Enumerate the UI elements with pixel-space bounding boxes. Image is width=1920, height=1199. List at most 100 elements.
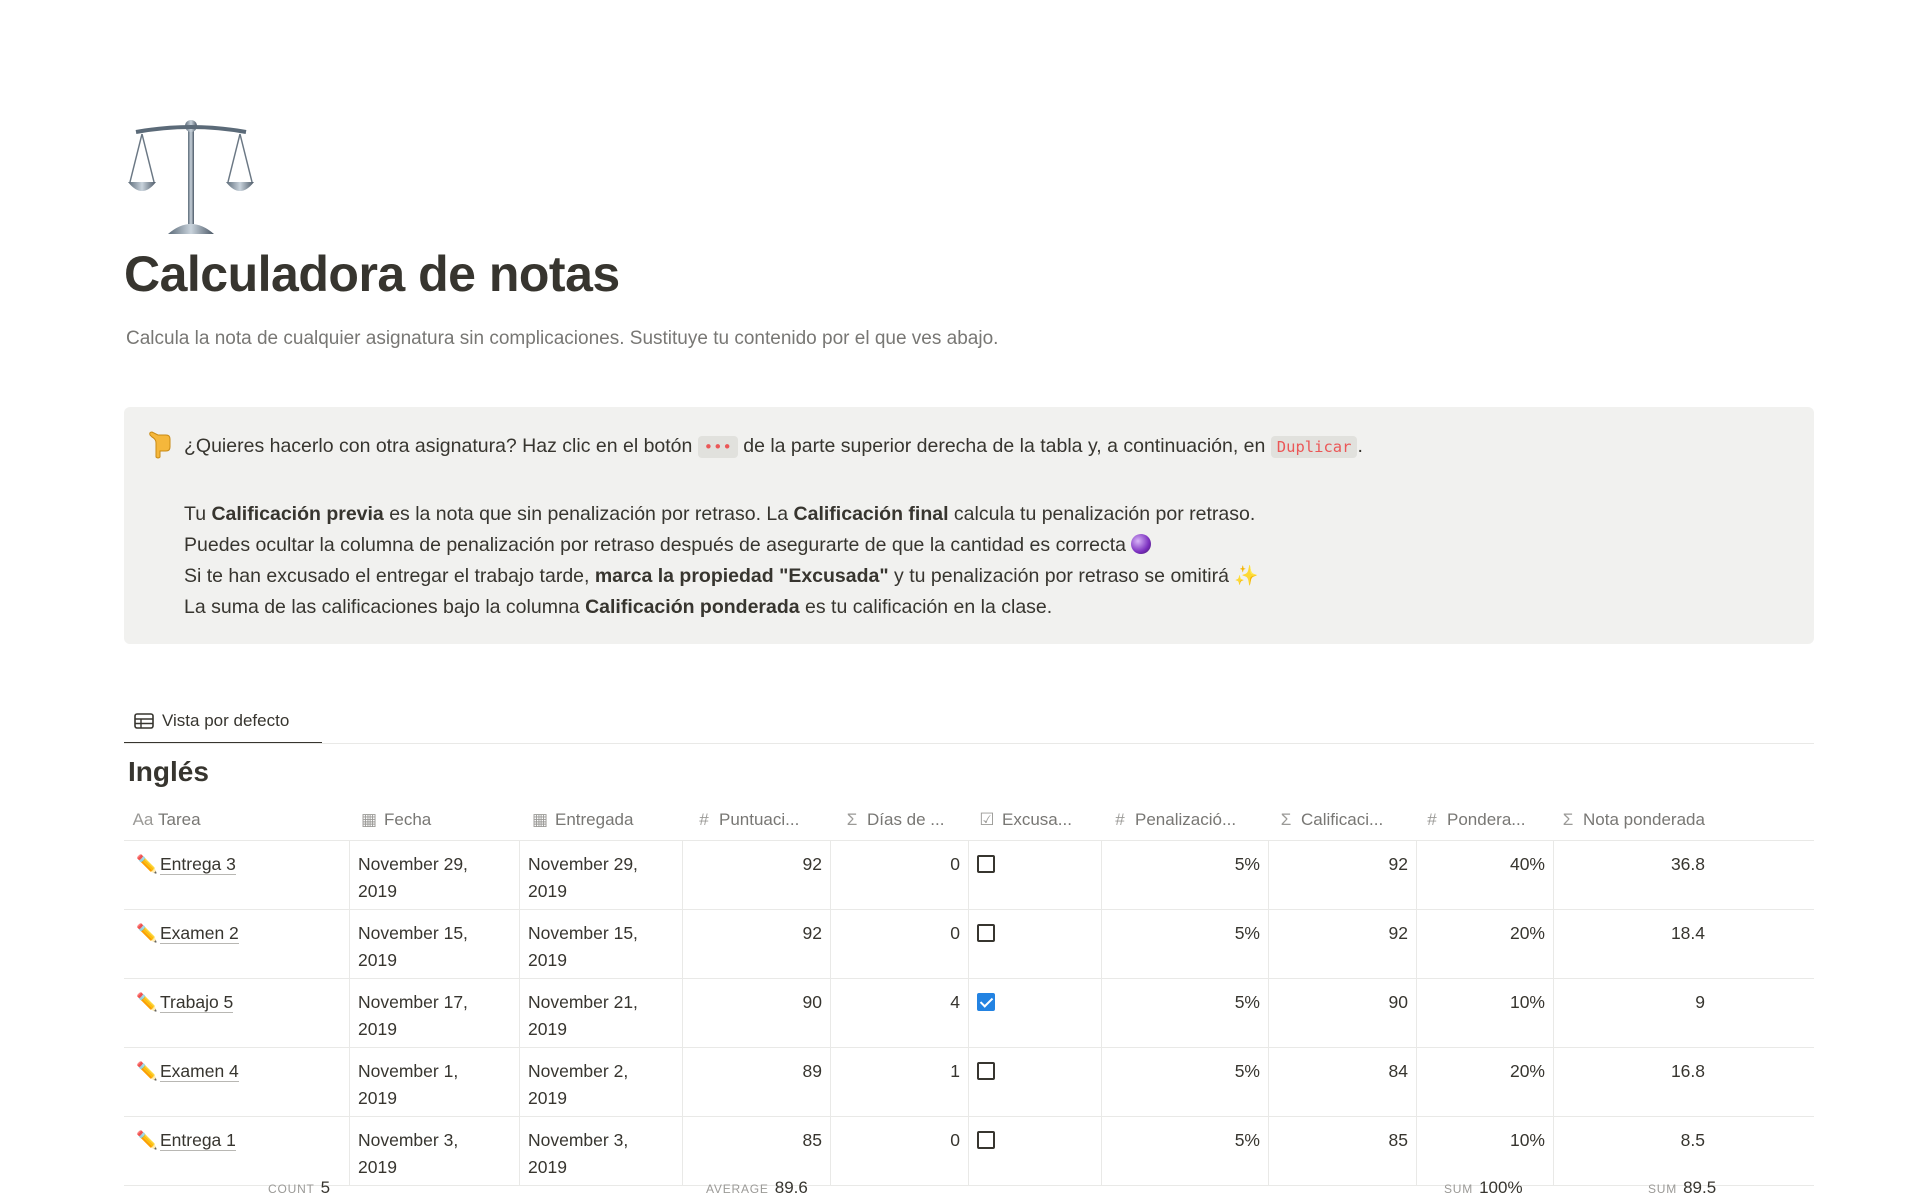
- callout-text: ¿Quieres hacerlo con otra asignatura? Ha…: [184, 431, 1363, 623]
- cell-nota-ponderada: 18.4: [1553, 910, 1713, 978]
- table-footer: COUNT 5 AVERAGE 89.6 SUM 100% SUM 89.5: [124, 1172, 1814, 1199]
- number-property-icon: #: [1115, 810, 1125, 829]
- table-row[interactable]: ✏️ Examen 4 November 1, 2019 November 2, 20…: [124, 1048, 1814, 1117]
- cell-fecha[interactable]: November 15, 2019: [349, 910, 519, 978]
- excusada-checkbox[interactable]: [977, 993, 995, 1011]
- cell-nota-ponderada: 16.8: [1553, 1048, 1713, 1116]
- callout-line-3: Puedes ocultar la columna de penalizació…: [184, 530, 1363, 561]
- cell-dias: 4: [830, 979, 968, 1047]
- callout-line-4: Si te han excusado el entregar el trabaj…: [184, 565, 1259, 587]
- callout: ¿Quieres hacerlo con otra asignatura? Ha…: [124, 407, 1814, 644]
- cell-entregada[interactable]: November 29, 2019: [519, 841, 682, 909]
- page-title: Calculadora de notas: [124, 246, 620, 302]
- tab-default-view[interactable]: Vista por defecto: [124, 700, 322, 744]
- cell-entregada[interactable]: November 15, 2019: [519, 910, 682, 978]
- pencil-icon: ✏️: [136, 854, 158, 874]
- excusada-checkbox[interactable]: [977, 924, 995, 942]
- cell-puntuacion[interactable]: 90: [682, 979, 830, 1047]
- cell-ponderacion[interactable]: 10%: [1416, 979, 1553, 1047]
- table-icon: [134, 713, 154, 729]
- callout-line-1: ¿Quieres hacerlo con otra asignatura? Ha…: [184, 435, 1363, 458]
- formula-icon: Σ: [1280, 810, 1292, 829]
- excusada-checkbox[interactable]: [977, 1062, 995, 1080]
- cell-calificacion: 92: [1268, 841, 1416, 909]
- grades-table: Aa Tarea ▦ Fecha ▦ Entregada # Puntuaci.…: [124, 800, 1814, 1186]
- excusada-checkbox[interactable]: [977, 1131, 995, 1149]
- calc-sum-ponderacion[interactable]: SUM 100%: [1444, 1178, 1523, 1198]
- column-header-calificacion[interactable]: Σ Calificaci...: [1275, 800, 1415, 840]
- column-header-fecha[interactable]: ▦ Fecha: [358, 800, 524, 840]
- callout-line-5: La suma de las calificaciones bajo la co…: [184, 596, 1053, 618]
- calc-count[interactable]: COUNT 5: [268, 1178, 330, 1198]
- cell-tarea[interactable]: ✏️ Examen 2: [124, 910, 349, 978]
- column-header-excusada[interactable]: ☑ Excusa...: [976, 800, 1104, 840]
- calc-sum-nota[interactable]: SUM 89.5: [1648, 1178, 1716, 1198]
- cell-entregada[interactable]: November 2, 2019: [519, 1048, 682, 1116]
- group-title: Inglés: [128, 756, 209, 787]
- cell-dias: 0: [830, 910, 968, 978]
- task-name[interactable]: Entrega 3: [160, 854, 236, 875]
- task-name[interactable]: Entrega 1: [160, 1130, 236, 1151]
- column-header-dias[interactable]: Σ Días de ...: [841, 800, 971, 840]
- number-property-icon: #: [1427, 810, 1437, 829]
- cell-dias: 1: [830, 1048, 968, 1116]
- calc-average[interactable]: AVERAGE 89.6: [706, 1178, 808, 1198]
- column-header-nota-ponderada[interactable]: Σ Nota ponderada: [1557, 800, 1757, 840]
- pencil-icon: ✏️: [136, 1130, 158, 1150]
- cell-penalizacion[interactable]: 5%: [1101, 841, 1268, 909]
- column-header-tarea[interactable]: Aa Tarea: [132, 800, 346, 840]
- cell-entregada[interactable]: November 21, 2019: [519, 979, 682, 1047]
- callout-line-2: Tu Calificación previa es la nota que si…: [184, 503, 1256, 525]
- table-row[interactable]: ✏️ Entrega 3 November 29, 2019 November 29…: [124, 841, 1814, 910]
- cell-calificacion: 90: [1268, 979, 1416, 1047]
- pointing-down-hand-icon: [149, 431, 171, 459]
- task-name[interactable]: Examen 4: [160, 1061, 239, 1082]
- page-description: Calcula la nota de cualquier asignatura …: [126, 328, 999, 349]
- cell-puntuacion[interactable]: 92: [682, 910, 830, 978]
- tab-label: Vista por defecto: [162, 711, 290, 730]
- duplicate-code: Duplicar: [1270, 436, 1358, 458]
- cell-tarea[interactable]: ✏️ Trabajo 5: [124, 979, 349, 1047]
- balance-scale-icon[interactable]: [128, 118, 254, 238]
- cell-fecha[interactable]: November 1, 2019: [349, 1048, 519, 1116]
- text-property-icon: Aa: [132, 810, 154, 829]
- cell-fecha[interactable]: November 29, 2019: [349, 841, 519, 909]
- task-name[interactable]: Examen 2: [160, 923, 239, 944]
- cell-excusada: [968, 910, 1101, 978]
- cell-excusada: [968, 841, 1101, 909]
- cell-ponderacion[interactable]: 40%: [1416, 841, 1553, 909]
- excusada-checkbox[interactable]: [977, 855, 995, 873]
- cell-ponderacion[interactable]: 20%: [1416, 1048, 1553, 1116]
- table-row[interactable]: ✏️ Trabajo 5 November 17, 2019 November 21…: [124, 979, 1814, 1048]
- table-row[interactable]: ✏️ Examen 2 November 15, 2019 November 15,…: [124, 910, 1814, 979]
- table-body: ✏️ Entrega 3 November 29, 2019 November 29…: [124, 841, 1814, 1186]
- more-options-code: •••: [697, 436, 738, 458]
- cell-calificacion: 84: [1268, 1048, 1416, 1116]
- cell-penalizacion[interactable]: 5%: [1101, 979, 1268, 1047]
- sparkles-icon: ✨: [1234, 565, 1259, 587]
- number-property-icon: #: [699, 810, 709, 829]
- cell-excusada: [968, 1048, 1101, 1116]
- cell-tarea[interactable]: ✏️ Examen 4: [124, 1048, 349, 1116]
- cell-ponderacion[interactable]: 20%: [1416, 910, 1553, 978]
- pencil-icon: ✏️: [136, 1061, 158, 1081]
- column-header-entregada[interactable]: ▦ Entregada: [529, 800, 684, 840]
- cell-fecha[interactable]: November 17, 2019: [349, 979, 519, 1047]
- column-header-penalizacion[interactable]: # Penalizació...: [1109, 800, 1271, 840]
- column-header-ponderacion[interactable]: # Pondera...: [1421, 800, 1551, 840]
- formula-icon: Σ: [846, 810, 858, 829]
- cell-penalizacion[interactable]: 5%: [1101, 1048, 1268, 1116]
- crystal-ball-icon: [1131, 534, 1152, 554]
- cell-puntuacion[interactable]: 89: [682, 1048, 830, 1116]
- cell-calificacion: 92: [1268, 910, 1416, 978]
- cell-nota-ponderada: 36.8: [1553, 841, 1713, 909]
- cell-dias: 0: [830, 841, 968, 909]
- cell-puntuacion[interactable]: 92: [682, 841, 830, 909]
- column-header-puntuacion[interactable]: # Puntuaci...: [693, 800, 833, 840]
- task-name[interactable]: Trabajo 5: [160, 992, 234, 1013]
- cell-tarea[interactable]: ✏️ Entrega 3: [124, 841, 349, 909]
- cell-excusada: [968, 979, 1101, 1047]
- cell-penalizacion[interactable]: 5%: [1101, 910, 1268, 978]
- pencil-icon: ✏️: [136, 923, 158, 943]
- calendar-icon: ▦: [531, 810, 549, 829]
